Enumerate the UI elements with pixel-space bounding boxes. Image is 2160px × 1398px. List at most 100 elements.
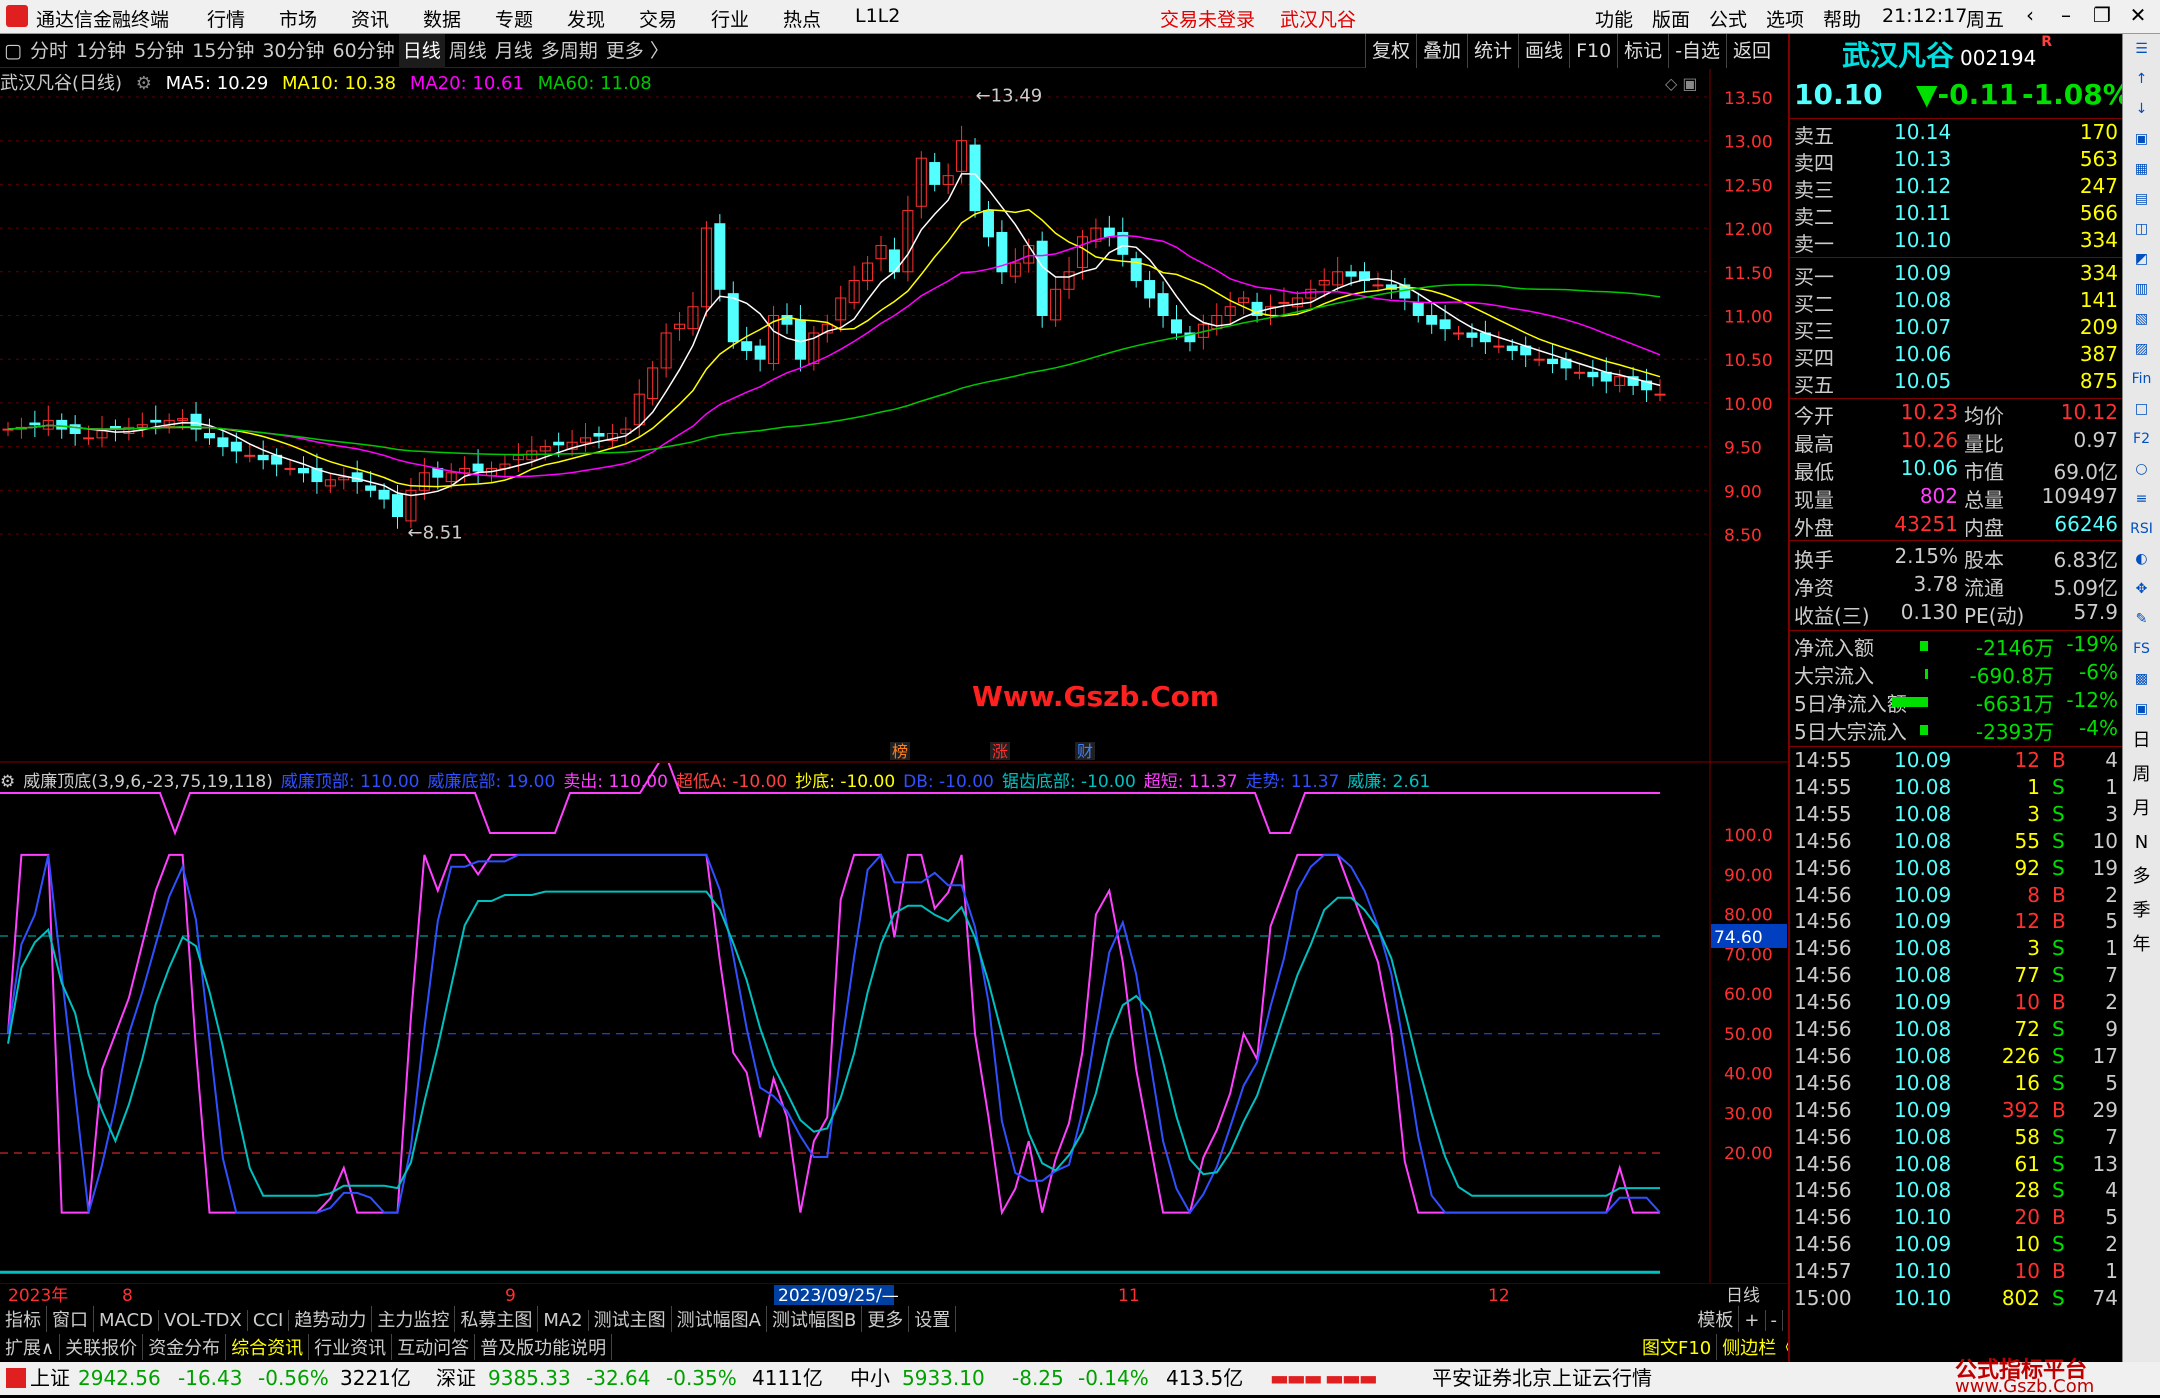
indicator-tab-4[interactable]: CCI [248,1310,290,1331]
chart-tool-3[interactable]: 画线 [1518,34,1569,68]
sidebar-period-0[interactable]: 日 [2123,724,2160,758]
williams-indicator-chart[interactable]: 100.0 90.00 80.00 70.00 60.00 50.00 40.00 30.00… [0,763,1788,1283]
menu-faxian[interactable]: 发现 [567,5,605,32]
indicator-tab-12[interactable]: 更多 [862,1306,910,1332]
sidebar-period-6[interactable]: 年 [2123,928,2160,962]
sidebar-tool-icon-20[interactable]: FS [2123,634,2160,664]
ext-tab-4[interactable]: 行业资讯 [309,1334,393,1360]
sidebar-tool-icon-17[interactable]: ◐ [2123,544,2160,574]
menu-xuanxiang[interactable]: 选项 [1766,5,1804,32]
sidebar-period-2[interactable]: 月 [2123,792,2160,826]
menu-banmian[interactable]: 版面 [1652,5,1690,32]
sz-label[interactable]: 深证 [436,1362,476,1395]
back-icon[interactable]: ‹ [2012,3,2048,31]
ext-tab-0[interactable]: 扩展∧ [0,1334,61,1360]
indicator-tab-11[interactable]: 测试幅图B [767,1306,863,1332]
sidebar-tool-icon-2[interactable]: ↓ [2123,94,2160,124]
sidebar-period-1[interactable]: 周 [2123,758,2160,792]
menu-shichang[interactable]: 市场 [279,5,317,32]
sidebar-tool-icon-6[interactable]: ◫ [2123,214,2160,244]
menu-l1l2[interactable]: L1L2 [855,5,900,27]
menu-hangye[interactable]: 行业 [711,5,749,32]
menu-zixun[interactable]: 资讯 [351,5,389,32]
chart-tool-1[interactable]: 叠加 [1416,34,1467,68]
chart-tool-7[interactable]: 返回 [1726,34,1777,68]
tab-tool-2[interactable]: - [1766,1310,1783,1331]
close-icon[interactable]: ✕ [2120,3,2156,31]
sidebar-tool-icon-15[interactable]: ≡ [2123,484,2160,514]
indicator-tab-7[interactable]: 私募主图 [455,1306,539,1332]
chart-tool-0[interactable]: 复权 [1365,34,1416,68]
sidebar-tool-icon-8[interactable]: ▥ [2123,274,2160,304]
sidebar-period-4[interactable]: 多 [2123,860,2160,894]
sidebar-tool-icon-22[interactable]: ▣ [2123,694,2160,724]
period-tab-3[interactable]: 15分钟 [188,34,258,68]
menu-zhuanti[interactable]: 专题 [495,5,533,32]
sidebar-period-5[interactable]: 季 [2123,894,2160,928]
period-tab-6[interactable]: 日线 [398,34,445,68]
period-tab-1[interactable]: 1分钟 [72,34,130,68]
indicator-tab-8[interactable]: MA2 [538,1310,589,1331]
sidebar-tool-icon-13[interactable]: F2 [2123,424,2160,454]
menu-bangzhu[interactable]: 帮助 [1823,5,1861,32]
indicator-tab-9[interactable]: 测试主图 [589,1306,672,1332]
sidebar-tool-icon-5[interactable]: ▤ [2123,184,2160,214]
ext-right-tab-0[interactable]: 图文F10 [1637,1334,1718,1360]
zx-label[interactable]: 中小 [850,1362,890,1395]
chart-tool-2[interactable]: 统计 [1467,34,1518,68]
menu-jiaoyi[interactable]: 交易 [639,5,677,32]
sidebar-tool-icon-12[interactable]: □ [2123,394,2160,424]
sidebar-tool-icon-4[interactable]: ▦ [2123,154,2160,184]
sidebar-tool-icon-0[interactable]: ☰ [2123,34,2160,64]
login-warning[interactable]: 交易未登录 [1160,5,1255,32]
period-tab-2[interactable]: 5分钟 [130,34,188,68]
indicator-tab-10[interactable]: 测试幅图A [672,1306,767,1332]
sidebar-tool-icon-1[interactable]: ↑ [2123,64,2160,94]
menu-redian[interactable]: 热点 [783,5,821,32]
period-tab-10[interactable]: 更多 〉 [602,34,673,68]
candlestick-chart[interactable]: 13.50 13.00 12.50 12.00 11.50 11.00 10.50 10.00… [0,69,1788,763]
menu-shuju[interactable]: 数据 [423,5,461,32]
sidebar-period-3[interactable]: N [2123,826,2160,860]
sidebar-tool-icon-16[interactable]: RSI [2123,514,2160,544]
sidebar-tool-icon-9[interactable]: ▧ [2123,304,2160,334]
sidebar-tool-icon-18[interactable]: ✥ [2123,574,2160,604]
period-tab-5[interactable]: 60分钟 [329,34,399,68]
indicator-tab-5[interactable]: 趋势动力 [289,1306,373,1332]
sidebar-tool-icon-21[interactable]: ▩ [2123,664,2160,694]
panel-toggle-icon[interactable]: ▢ [0,34,26,68]
chart-tool-5[interactable]: 标记 [1617,34,1668,68]
restore-icon[interactable]: ❐ [2084,3,2120,31]
sidebar-tool-icon-3[interactable]: ▣ [2123,124,2160,154]
sh-label[interactable]: 上证 [30,1362,70,1395]
chart-tool-4[interactable]: F10 [1569,34,1617,68]
indicator-tab-3[interactable]: VOL-TDX [159,1310,248,1331]
period-tab-7[interactable]: 周线 [445,34,491,68]
indicator-tab-1[interactable]: 窗口 [47,1306,94,1332]
period-tab-9[interactable]: 多周期 [537,34,602,68]
period-tab-4[interactable]: 30分钟 [258,34,328,68]
ext-tab-2[interactable]: 资金分布 [143,1334,227,1360]
minimize-icon[interactable]: – [2048,3,2084,31]
indicator-tab-0[interactable]: 指标 [0,1306,47,1332]
ext-tab-3[interactable]: 综合资讯 [226,1334,310,1360]
sidebar-tool-icon-10[interactable]: ▨ [2123,334,2160,364]
ext-tab-1[interactable]: 关联报价 [60,1334,144,1360]
tab-tool-0[interactable]: 模板 [1692,1306,1740,1332]
menu-gongneng[interactable]: 功能 [1595,5,1633,32]
sidebar-tool-icon-19[interactable]: ✎ [2123,604,2160,634]
period-tab-0[interactable]: 分时 [26,34,72,68]
indicator-tab-13[interactable]: 设置 [909,1306,957,1332]
chart-tool-6[interactable]: -自选 [1668,34,1726,68]
menu-hangqing[interactable]: 行情 [207,5,245,32]
indicator-tab-6[interactable]: 主力监控 [372,1306,456,1332]
ext-tab-5[interactable]: 互动问答 [392,1334,476,1360]
indicator-tab-2[interactable]: MACD [94,1310,159,1331]
period-tab-8[interactable]: 月线 [491,34,537,68]
sidebar-tool-icon-11[interactable]: Fin [2123,364,2160,394]
menu-gongshi[interactable]: 公式 [1709,5,1747,32]
sidebar-tool-icon-14[interactable]: ○ [2123,454,2160,484]
ext-tab-6[interactable]: 普及版功能说明 [475,1334,613,1360]
sidebar-tool-icon-7[interactable]: ◩ [2123,244,2160,274]
tab-tool-1[interactable]: + [1739,1310,1766,1331]
